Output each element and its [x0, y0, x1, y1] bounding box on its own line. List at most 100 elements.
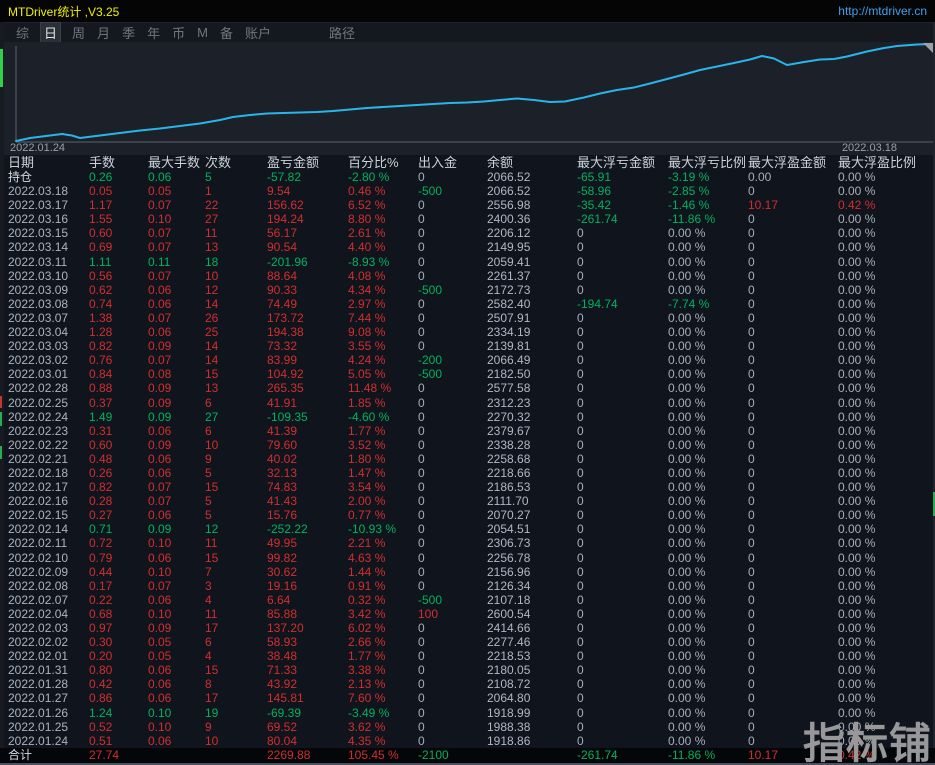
table-row[interactable]: 2022.02.25 0.37 0.09 6 41.91 1.85 % 0 2312.23 0 0… — [0, 396, 935, 410]
cell: 1.17 — [89, 198, 113, 213]
table-row[interactable]: 2022.02.14 0.71 0.09 12 -252.22 -10.93 % 0 2054… — [0, 522, 935, 536]
cell: 10 — [205, 268, 219, 283]
table-row[interactable]: 2022.03.08 0.74 0.06 14 74.49 2.97 % 0 2582.40 -… — [0, 297, 935, 311]
cell: 0.00 % — [668, 550, 706, 565]
table-row[interactable]: 2022.03.01 0.84 0.08 15 104.92 5.05 % -500 2182… — [0, 367, 935, 381]
cell: 2066.49 — [487, 353, 531, 368]
cell: 0 — [418, 480, 425, 495]
cell: 88.64 — [267, 268, 298, 283]
cell: 1918.86 — [487, 733, 531, 748]
table-row[interactable]: 2022.02.28 0.88 0.09 13 265.35 11.48 % 0 2577.5… — [0, 381, 935, 395]
cell: 1.85 % — [348, 395, 386, 410]
cell: 27.74 — [89, 747, 120, 762]
cell: 0.00 % — [838, 606, 876, 621]
table-row[interactable]: 2022.01.24 0.51 0.06 10 80.04 4.35 % 0 1918.86 0… — [0, 734, 935, 748]
cell: 2261.37 — [487, 268, 531, 283]
table-row[interactable]: 2022.02.23 0.31 0.06 6 41.39 1.77 % 0 2379.67 0 0… — [0, 424, 935, 438]
cell: 3.42 % — [348, 606, 386, 621]
cell: 5 — [205, 465, 212, 480]
menu-item-M[interactable]: M — [197, 25, 208, 40]
cell: 2218.66 — [487, 465, 531, 480]
table-row[interactable]: 2022.03.04 1.28 0.06 25 194.38 9.08 % 0 2334.19… — [0, 325, 935, 339]
cell: 0.00 % — [838, 353, 876, 368]
table-row[interactable]: 2022.02.02 0.30 0.05 6 58.93 2.66 % 0 2277.46 0 0… — [0, 635, 935, 649]
cell: 0.10 — [148, 705, 172, 720]
table-row[interactable]: 2022.02.08 0.17 0.07 3 19.16 0.91 % 0 2126.34 0 0… — [0, 579, 935, 593]
menu-item-备[interactable]: 备 — [220, 23, 233, 42]
cell: 22 — [205, 198, 219, 213]
cell: 0 — [748, 480, 755, 495]
menu-item-路径[interactable]: 路径 — [329, 23, 355, 42]
table-row[interactable]: 2022.03.16 1.55 0.10 27 194.24 8.80 % 0 2400.36… — [0, 212, 935, 226]
cell: 2022.03.03 — [8, 339, 69, 354]
table-row[interactable]: 2022.02.24 1.49 0.09 27 -109.35 -4.60 % 0 2270.… — [0, 410, 935, 424]
table-row[interactable]: 2022.02.15 0.27 0.06 5 15.76 0.77 % 0 2070.27 0 0… — [0, 508, 935, 522]
cell: 0.07 — [148, 310, 172, 325]
cell: 2066.52 — [487, 184, 531, 199]
table-row[interactable]: 2022.02.22 0.60 0.09 10 79.60 3.52 % 0 2338.28 0… — [0, 438, 935, 452]
cell: 0.07 — [148, 268, 172, 283]
table-row[interactable]: 2022.02.16 0.28 0.07 5 41.43 2.00 % 0 2111.70 0 0… — [0, 494, 935, 508]
cell: 0.00 % — [668, 437, 706, 452]
table-row[interactable]: 2022.01.26 1.24 0.10 19 -69.39 -3.49 % 0 1918.9… — [0, 706, 935, 720]
menu-item-日[interactable]: 日 — [40, 22, 62, 43]
cell: 0 — [577, 649, 584, 664]
menu-item-季[interactable]: 季 — [122, 23, 135, 42]
table-row[interactable]: 2022.03.18 0.05 0.05 1 9.54 0.46 % -500 2066.52… — [0, 184, 935, 198]
cell: 1.77 % — [348, 423, 386, 438]
table-row[interactable]: 2022.03.09 0.62 0.06 12 90.33 4.34 % -500 2172.… — [0, 283, 935, 297]
cell: 0 — [748, 212, 755, 227]
menu-item-账户[interactable]: 账户 — [245, 23, 271, 42]
table-row[interactable]: 2022.02.10 0.79 0.06 15 99.82 4.63 % 0 2256.78 0… — [0, 551, 935, 565]
cell: 0 — [418, 437, 425, 452]
table-row[interactable]: 持仓 0.26 0.06 5 -57.82 -2.80 % 0 2066.52 -65.91 -3… — [0, 170, 935, 184]
table-row[interactable]: 2022.02.11 0.72 0.10 11 49.95 2.21 % 0 2306.73 0… — [0, 536, 935, 550]
cell: 4.34 % — [348, 282, 386, 297]
table-row[interactable]: 2022.03.03 0.82 0.09 14 73.32 3.55 % 0 2139.81 0… — [0, 339, 935, 353]
menu-item-年[interactable]: 年 — [147, 23, 160, 42]
cell: 5 — [205, 170, 212, 184]
table-row[interactable]: 2022.03.10 0.56 0.07 10 88.64 4.08 % 0 2261.37 0… — [0, 269, 935, 283]
cell: 0 — [748, 536, 755, 551]
menu-item-月[interactable]: 月 — [97, 23, 110, 42]
cell: 0 — [577, 522, 584, 537]
cell: 2108.72 — [487, 677, 531, 692]
cell: 17 — [205, 621, 219, 635]
titlebar: MTDriver统计 ,V3.25 http://mtdriver.cn — [0, 0, 935, 22]
cell: 0.06 — [148, 508, 172, 523]
cell: 69.52 — [267, 719, 298, 734]
table-row[interactable]: 2022.03.07 1.38 0.07 26 173.72 7.44 % 0 2507.91… — [0, 311, 935, 325]
menu-item-综[interactable]: 综 — [16, 23, 29, 42]
cell: 0 — [748, 522, 755, 537]
table-row[interactable]: 2022.02.07 0.22 0.06 4 6.64 0.32 % -500 2107.18… — [0, 593, 935, 607]
app-url-link[interactable]: http://mtdriver.cn — [838, 4, 927, 18]
cell: 2507.91 — [487, 310, 531, 325]
table-row[interactable]: 2022.02.17 0.82 0.07 15 74.83 3.54 % 0 2186.53 0… — [0, 480, 935, 494]
menu-item-币[interactable]: 币 — [172, 23, 185, 42]
menu-item-周[interactable]: 周 — [72, 23, 85, 42]
table-row[interactable]: 2022.01.31 0.80 0.06 15 71.33 3.38 % 0 2180.05 0… — [0, 663, 935, 677]
cell: 0.31 — [89, 423, 113, 438]
table-row[interactable]: 2022.01.25 0.52 0.10 9 69.52 3.62 % 0 1988.38 0 0… — [0, 720, 935, 734]
table-row[interactable]: 2022.03.02 0.76 0.07 14 83.99 4.24 % -200 2066.… — [0, 353, 935, 367]
table-row[interactable]: 2022.03.17 1.17 0.07 22 156.62 6.52 % 0 2556.98… — [0, 198, 935, 212]
cell: 0.00 % — [838, 465, 876, 480]
table-row[interactable]: 2022.03.14 0.69 0.07 13 90.54 4.40 % 0 2149.95 0… — [0, 240, 935, 254]
table-row[interactable]: 2022.02.03 0.97 0.09 17 137.20 6.02 % 0 2414.66… — [0, 621, 935, 635]
table-row[interactable]: 2022.03.11 1.11 0.11 18 -201.96 -8.93 % 0 2059.… — [0, 255, 935, 269]
cell: 2022.03.17 — [8, 198, 69, 213]
table-row[interactable]: 2022.03.15 0.60 0.07 11 56.17 2.61 % 0 2206.12 0… — [0, 226, 935, 240]
table-row[interactable]: 2022.01.28 0.42 0.06 8 43.92 2.13 % 0 2108.72 0 0… — [0, 677, 935, 691]
cell: 0.00 % — [668, 226, 706, 241]
table-row[interactable]: 2022.02.01 0.20 0.05 4 38.48 1.77 % 0 2218.53 0 0… — [0, 649, 935, 663]
table-row[interactable]: 2022.02.21 0.48 0.06 9 40.02 1.80 % 0 2258.68 0 0… — [0, 452, 935, 466]
cell: 5 — [205, 494, 212, 509]
cell: 0.00 % — [838, 409, 876, 424]
cell: 9.08 % — [348, 325, 386, 340]
cell: 1.24 — [89, 705, 113, 720]
table-row[interactable]: 2022.02.04 0.68 0.10 11 85.88 3.42 % 100 2600.5… — [0, 607, 935, 621]
table-row[interactable]: 2022.01.27 0.86 0.06 17 145.81 7.60 % 0 2064.80… — [0, 691, 935, 705]
cell: 2.66 % — [348, 635, 386, 650]
table-row[interactable]: 2022.02.09 0.44 0.10 7 30.62 1.44 % 0 2156.96 0 0… — [0, 565, 935, 579]
table-row[interactable]: 2022.02.18 0.26 0.06 5 32.13 1.47 % 0 2218.66 0 0… — [0, 466, 935, 480]
